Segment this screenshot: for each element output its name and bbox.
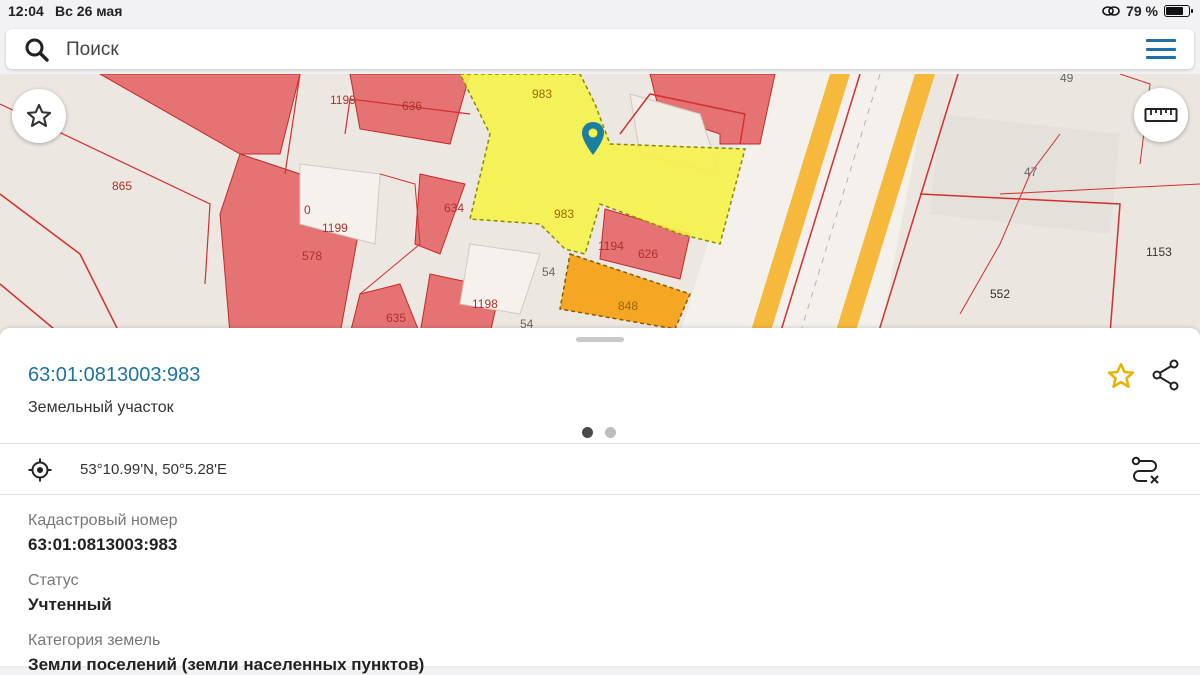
status-right: 79 % bbox=[1102, 3, 1193, 19]
parcel-label: 578 bbox=[302, 249, 322, 263]
location-pin-icon[interactable] bbox=[580, 121, 606, 157]
parcel-label: 47 bbox=[1024, 165, 1038, 179]
ruler-icon bbox=[1144, 108, 1178, 122]
cadastral-map[interactable]: 1199 636 983 983 865 1199 578 634 1194 626 54 1198 6… bbox=[0, 74, 1200, 334]
location-target-icon bbox=[28, 458, 52, 482]
parcel-type: Земельный участок bbox=[28, 399, 174, 416]
battery-icon bbox=[1164, 5, 1193, 17]
field-value-cadastral[interactable]: 63:01:0813003:983 bbox=[28, 535, 177, 555]
parcel-label: 626 bbox=[638, 247, 658, 261]
parcel-label: 848 bbox=[618, 299, 638, 313]
hamburger-menu-icon[interactable] bbox=[1146, 39, 1176, 59]
route-icon[interactable] bbox=[1131, 456, 1161, 484]
parcel-info-panel: 63:01:0813003:983 Земельный участок 53°1… bbox=[0, 328, 1200, 674]
coordinates-text[interactable]: 53°10.99'N, 50°5.28'E bbox=[80, 461, 227, 478]
parcel-label: 0 bbox=[304, 203, 311, 217]
parcel-label: 983 bbox=[554, 207, 574, 221]
status-time: 12:04 bbox=[8, 3, 44, 19]
parcel-label: 636 bbox=[402, 99, 422, 113]
panel-drag-handle[interactable] bbox=[576, 337, 624, 342]
search-icon[interactable] bbox=[24, 37, 50, 63]
parcel-label: 1199 bbox=[322, 221, 348, 235]
page-indicator[interactable] bbox=[582, 427, 616, 438]
field-label-cadastral: Кадастровый номер bbox=[28, 512, 178, 529]
search-bar bbox=[6, 29, 1194, 69]
star-favorite-icon[interactable] bbox=[1106, 361, 1136, 391]
field-value-category: Земли поселений (земли населенных пункто… bbox=[28, 655, 425, 674]
parcel-label: 1153 bbox=[1146, 245, 1172, 259]
status-date: Вс 26 мая bbox=[55, 3, 123, 19]
parcel-label: 983 bbox=[532, 87, 552, 101]
page-dot[interactable] bbox=[582, 427, 593, 438]
measure-button[interactable] bbox=[1134, 88, 1188, 142]
parcel-label: 552 bbox=[990, 287, 1010, 301]
parcel-label: 54 bbox=[542, 265, 556, 279]
parcel-label: 634 bbox=[444, 201, 464, 215]
parcel-label: 1199 bbox=[330, 93, 356, 107]
search-input[interactable] bbox=[64, 35, 1128, 65]
parcel-label: 1194 bbox=[598, 239, 624, 253]
share-icon[interactable] bbox=[1151, 359, 1181, 391]
battery-percent: 79 % bbox=[1126, 3, 1158, 19]
map-canvas[interactable]: 1199 636983983865119957863411946265411986… bbox=[0, 74, 1200, 334]
parcel-label: 1198 bbox=[472, 297, 498, 311]
parcel-label: 635 bbox=[386, 311, 406, 325]
parcel-label: 49 bbox=[1060, 74, 1074, 85]
coordinates-row: 53°10.99'N, 50°5.28'E bbox=[0, 444, 1200, 494]
parcel-label: 865 bbox=[112, 179, 132, 193]
link-icon bbox=[1102, 6, 1120, 16]
field-label-category: Категория земель bbox=[28, 632, 161, 649]
parcel-id-title[interactable]: 63:01:0813003:983 bbox=[28, 364, 200, 387]
star-outline-icon bbox=[26, 103, 52, 127]
divider bbox=[0, 494, 1200, 495]
field-label-status: Статус bbox=[28, 572, 79, 589]
status-bar: 12:04 Вс 26 мая 79 % bbox=[0, 0, 1200, 24]
page-dot[interactable] bbox=[605, 427, 616, 438]
favorites-button[interactable] bbox=[12, 89, 66, 143]
field-value-status: Учтенный bbox=[28, 595, 112, 614]
